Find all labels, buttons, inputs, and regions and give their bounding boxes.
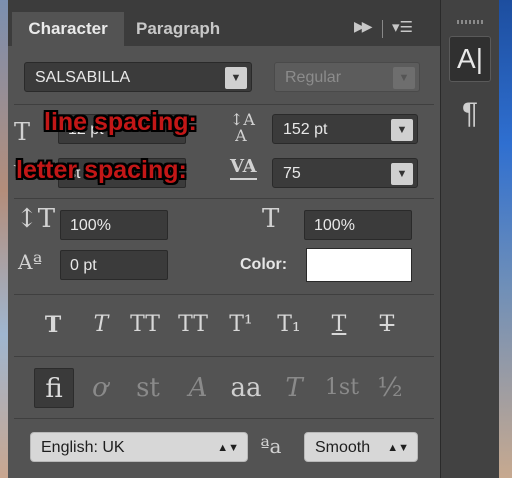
strikethrough-button[interactable]: T: [370, 308, 404, 342]
leading-dropdown[interactable]: 152 pt ▼: [272, 114, 418, 144]
anti-aliasing-value: Smooth: [315, 439, 371, 456]
vertical-scale-value: 100%: [70, 217, 111, 234]
font-size-icon: T: [14, 118, 31, 146]
tab-bar: Character Paragraph ▶▶ ▾☰: [8, 0, 440, 46]
all-caps-button[interactable]: TT: [128, 308, 162, 342]
panel-dock: A| ¶: [440, 0, 499, 478]
fractions-button[interactable]: ½: [370, 368, 410, 408]
baseline-shift-field[interactable]: 0 pt: [60, 250, 168, 280]
leading-icon: ↕A A: [230, 110, 255, 145]
chevron-down-icon: ▼: [225, 67, 247, 89]
color-label: Color:: [240, 256, 288, 273]
vertical-scale-icon: ↕T: [16, 204, 56, 234]
up-down-arrows-icon: ▲▼: [217, 442, 239, 454]
tab-paragraph[interactable]: Paragraph: [136, 12, 220, 46]
up-down-arrows-icon: ▲▼: [387, 442, 409, 454]
faux-bold-button[interactable]: T: [36, 308, 70, 342]
kerning-dropdown[interactable]: 75 ▼: [272, 158, 418, 188]
divider: [14, 198, 434, 199]
anti-aliasing-icon: ªa: [260, 434, 282, 458]
annotation-letter-spacing: letter spacing:: [16, 156, 187, 184]
horizontal-scale-icon: T: [262, 204, 280, 234]
tab-separator: [382, 20, 383, 38]
horizontal-scale-value: 100%: [314, 217, 355, 234]
underline-button[interactable]: T: [322, 308, 356, 342]
divider: [14, 294, 434, 295]
panel-menu-icon[interactable]: ▾☰: [392, 18, 413, 36]
font-family-value: SALSABILLA: [35, 69, 131, 86]
titling-alternates-button[interactable]: T: [274, 368, 314, 408]
tab-character[interactable]: Character: [12, 12, 124, 46]
stylistic-alternates-button[interactable]: aa: [226, 368, 266, 408]
paragraph-panel-button[interactable]: ¶: [455, 96, 485, 132]
discretionary-ligatures-button[interactable]: st: [128, 368, 168, 408]
divider: [14, 104, 434, 105]
superscript-button[interactable]: T¹: [224, 308, 258, 342]
character-panel: Character Paragraph ▶▶ ▾☰ SALSABILLA ▼ R…: [8, 0, 440, 478]
swash-button[interactable]: A: [178, 368, 218, 408]
baseline-shift-icon: Aª: [18, 250, 42, 274]
font-style-value: Regular: [285, 69, 342, 86]
chevron-down-icon: ▼: [393, 67, 415, 89]
font-style-dropdown[interactable]: Regular ▼: [274, 62, 420, 92]
subscript-button[interactable]: T₁: [272, 308, 306, 342]
divider: [14, 418, 434, 419]
vertical-scale-field[interactable]: 100%: [60, 210, 168, 240]
baseline-shift-value: 0 pt: [70, 257, 97, 274]
chevron-down-icon: ▼: [391, 119, 413, 141]
divider: [14, 356, 434, 357]
background-image-right: [498, 0, 512, 478]
dock-grip[interactable]: [457, 20, 483, 24]
small-caps-button[interactable]: TT: [176, 308, 210, 342]
character-panel-button[interactable]: A|: [449, 36, 491, 82]
color-swatch[interactable]: [306, 248, 412, 282]
annotation-line-spacing: line spacing:: [44, 108, 197, 136]
faux-italic-button[interactable]: T: [84, 308, 118, 342]
background-image-left: [0, 0, 8, 478]
font-family-dropdown[interactable]: SALSABILLA ▼: [24, 62, 252, 92]
standard-ligatures-button[interactable]: fi: [34, 368, 74, 408]
kerning-value: 75: [283, 165, 301, 182]
language-select[interactable]: English: UK ▲▼: [30, 432, 248, 462]
double-chevron-right-icon[interactable]: ▶▶: [354, 18, 372, 35]
contextual-alternates-button[interactable]: ơ: [80, 368, 120, 408]
chevron-down-icon: ▼: [391, 163, 413, 185]
horizontal-scale-field[interactable]: 100%: [304, 210, 412, 240]
language-value: English: UK: [41, 439, 125, 456]
leading-value: 152 pt: [283, 121, 328, 138]
kerning-icon: VA: [230, 156, 257, 180]
anti-aliasing-select[interactable]: Smooth ▲▼: [304, 432, 418, 462]
ordinals-button[interactable]: 1st: [322, 368, 362, 408]
